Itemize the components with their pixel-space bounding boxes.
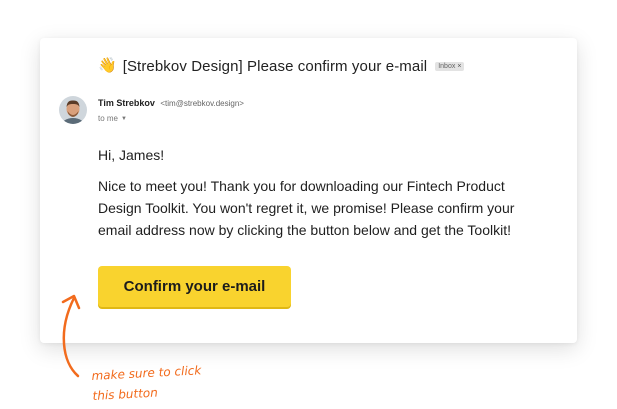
avatar[interactable] — [59, 96, 87, 124]
email-body: Nice to meet you! Thank you for download… — [98, 178, 515, 238]
sender-email: <tim@strebkov.design> — [160, 99, 244, 108]
close-icon[interactable]: × — [457, 63, 461, 70]
confirm-email-button[interactable]: Confirm your e-mail — [98, 266, 291, 307]
recipient-details[interactable]: to me ▼ — [98, 114, 127, 123]
email-card: 👋 [Strebkov Design] Please confirm your … — [40, 38, 577, 343]
greeting: Hi, James! — [98, 147, 165, 163]
email-subject: [Strebkov Design] Please confirm your e-… — [122, 57, 428, 75]
annotation-line-2: this button — [92, 385, 159, 403]
chevron-down-icon[interactable]: ▼ — [121, 116, 127, 122]
recipient-text: to me — [98, 114, 119, 123]
waving-hand-icon: 👋 — [98, 57, 117, 74]
sender-name: Tim Strebkov — [98, 98, 155, 108]
annotation-note: make sure to click this button — [91, 360, 203, 406]
inbox-label-badge[interactable]: Inbox × — [435, 61, 465, 71]
inbox-label-text: Inbox — [438, 62, 456, 70]
subject-row: 👋 [Strebkov Design] Please confirm your … — [98, 56, 465, 76]
sender-info: Tim Strebkov <tim@strebkov.design> — [98, 98, 244, 108]
